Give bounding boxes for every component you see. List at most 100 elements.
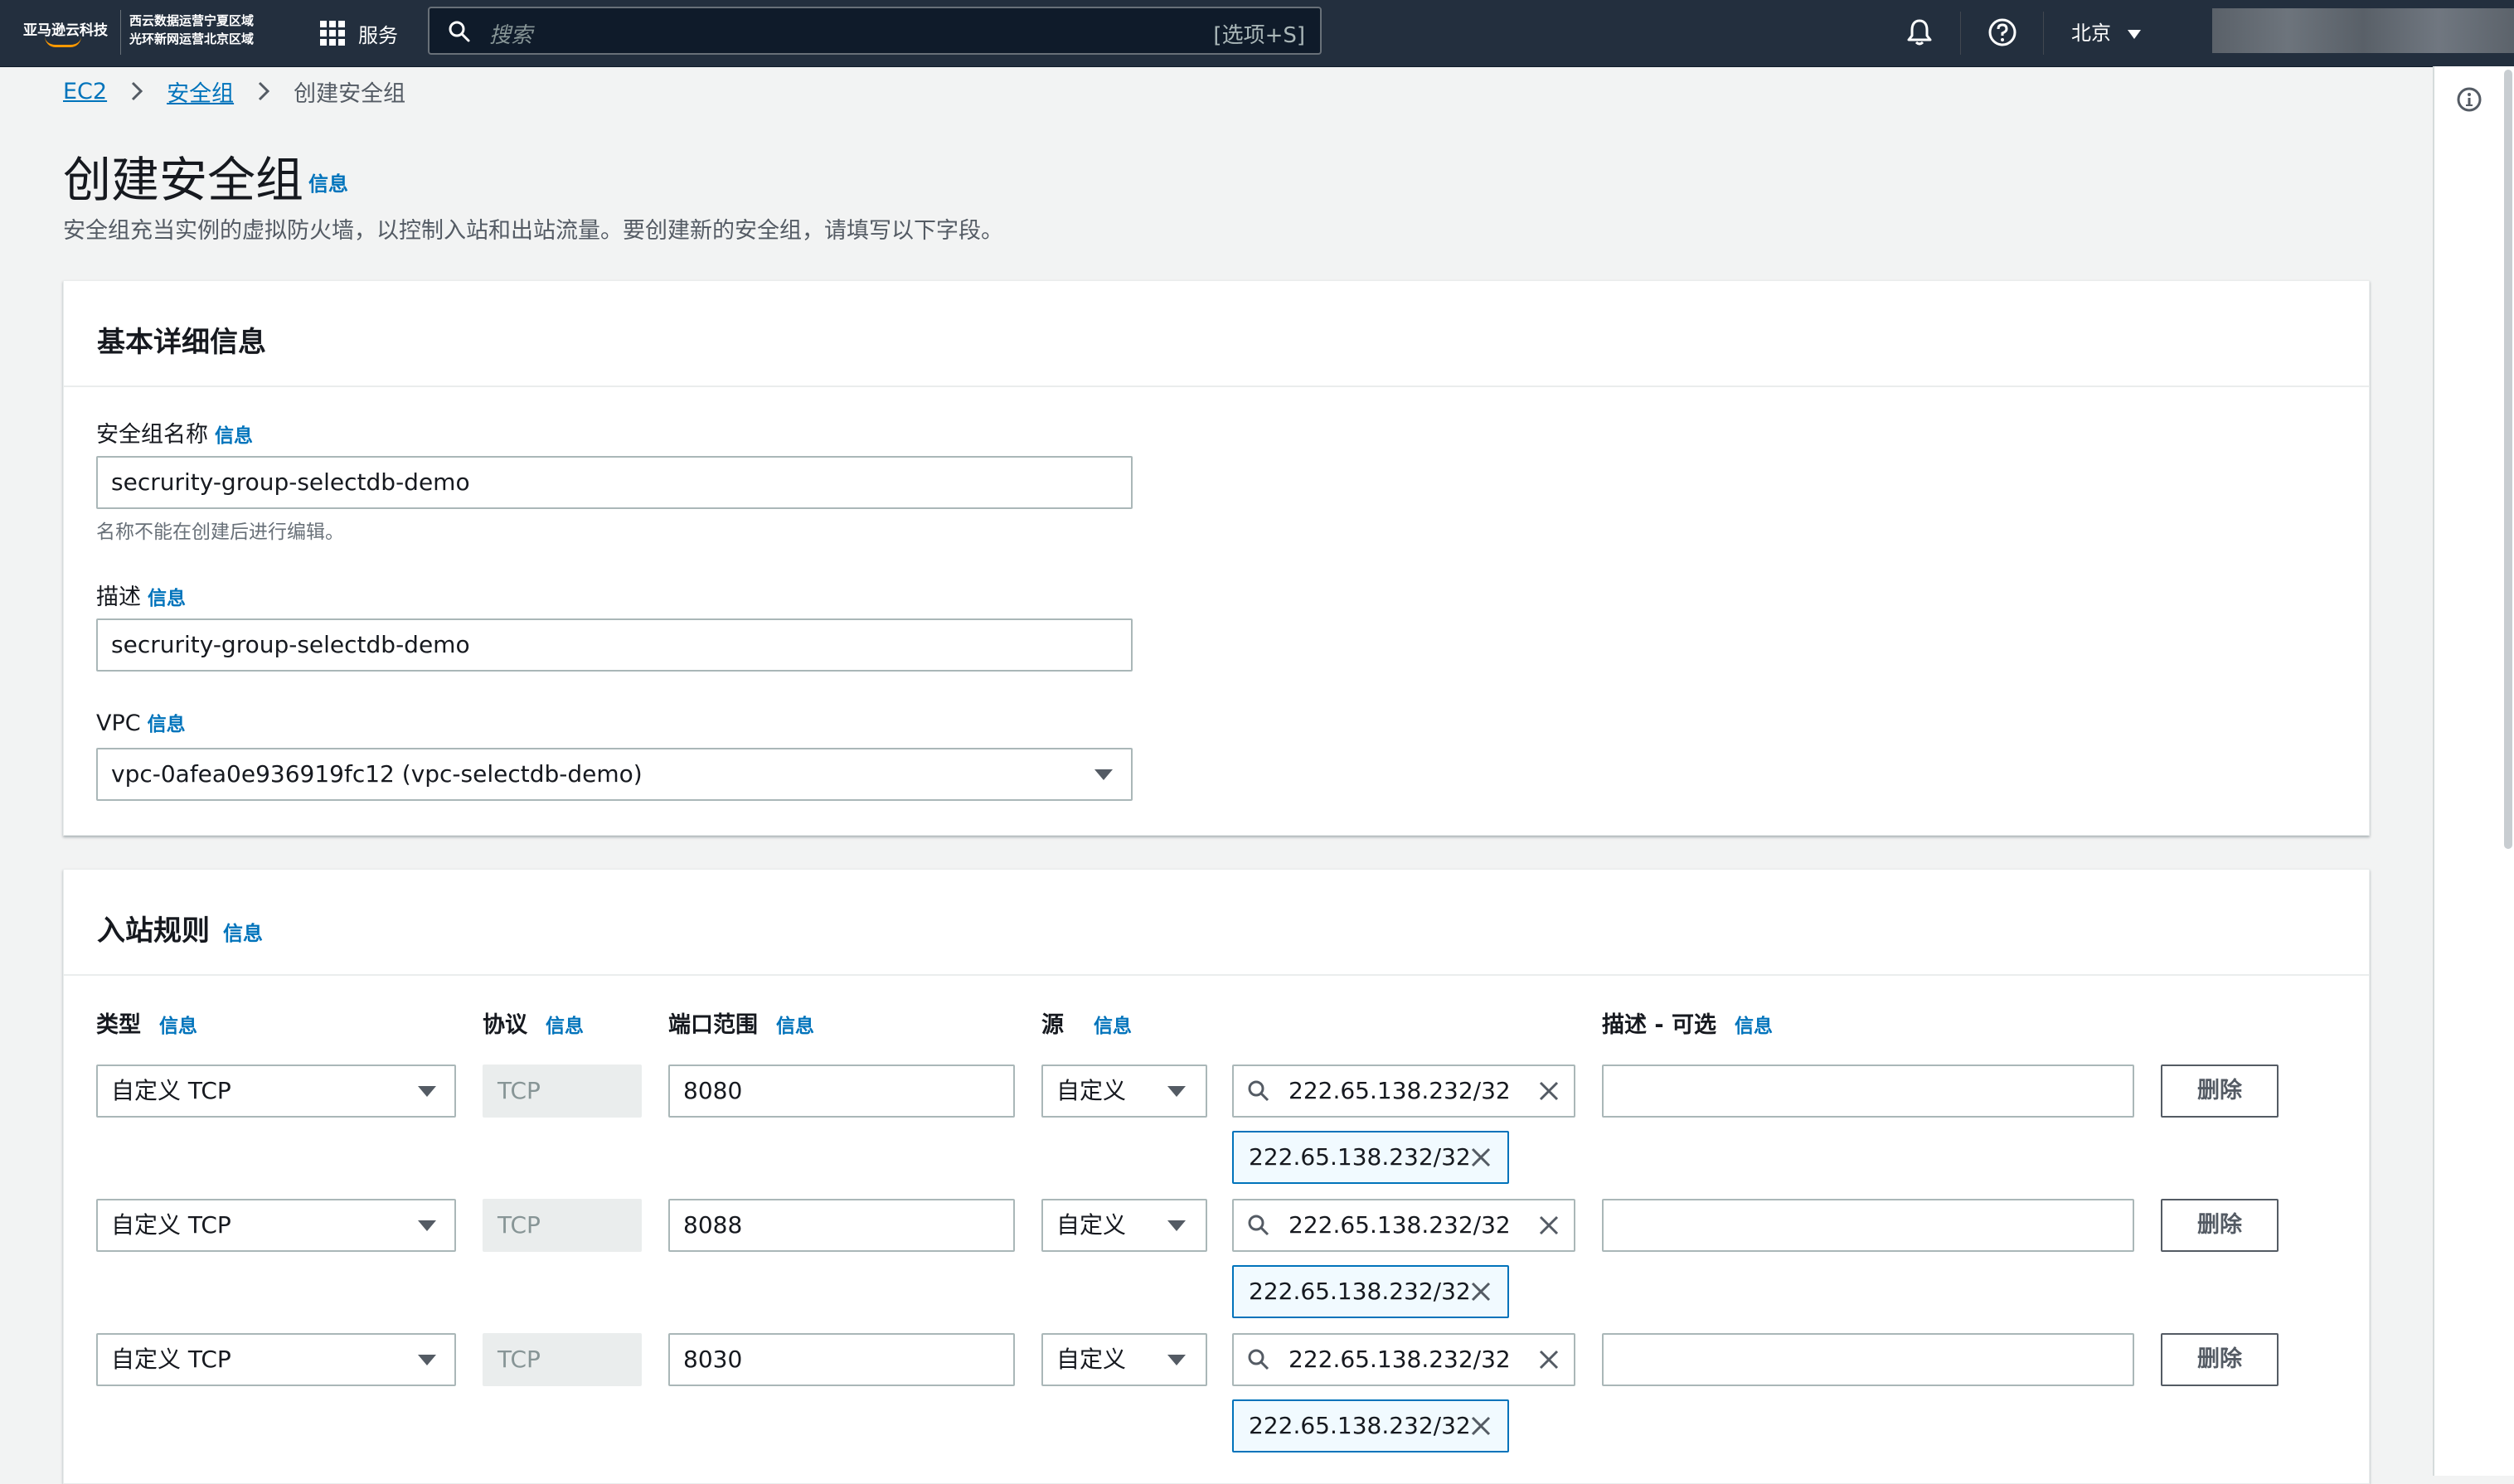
column-header-source: 源 信息: [1041, 1006, 1132, 1039]
source-token: 222.65.138.232/32: [1232, 1399, 1509, 1452]
brand-logo[interactable]: 亚马逊云科技: [23, 12, 124, 50]
vpc-selected-value: vpc-0afea0e936919fc12 (vpc-selectdb-demo…: [111, 760, 643, 788]
caret-down-icon: [1167, 1355, 1186, 1365]
bell-icon[interactable]: [1904, 17, 1935, 48]
close-icon[interactable]: [1537, 1079, 1560, 1103]
page-description: 安全组充当实例的虚拟防火墙，以控制入站和出站流量。要创建新的安全组，请填写以下字…: [63, 218, 1003, 244]
rule-port-input[interactable]: 8080: [668, 1065, 1015, 1118]
close-icon[interactable]: [1469, 1280, 1492, 1303]
rule-source-type-value: 自定义: [1056, 1211, 1127, 1239]
column-header-description: 描述 - 可选 信息: [1602, 1006, 1773, 1039]
rule-description-input[interactable]: [1602, 1065, 2134, 1118]
port-info-link[interactable]: 信息: [776, 1016, 814, 1037]
topbar-divider: [2043, 12, 2044, 55]
breadcrumb: EC2 安全组 创建安全组: [63, 73, 405, 109]
grid-icon: [320, 21, 345, 46]
close-icon[interactable]: [1469, 1414, 1492, 1438]
breadcrumb-security-groups[interactable]: 安全组: [167, 75, 234, 108]
description-label-text: 描述: [96, 584, 141, 610]
search-input[interactable]: 搜索 [选项+S]: [428, 7, 1322, 55]
column-header-port-text: 端口范围: [668, 1012, 758, 1038]
description-info-link[interactable]: 信息: [1735, 1016, 1773, 1037]
name-info-link[interactable]: 信息: [215, 425, 253, 447]
region-selector[interactable]: 北京: [2071, 17, 2141, 46]
rule-source-type-value: 自定义: [1056, 1346, 1127, 1373]
info-icon[interactable]: [2456, 86, 2482, 113]
search-placeholder: 搜索: [489, 23, 533, 48]
rule-source-search-input[interactable]: 222.65.138.232/32: [1232, 1333, 1575, 1386]
services-label: 服务: [358, 23, 398, 47]
caret-down-icon: [1167, 1220, 1186, 1231]
description-input[interactable]: secrurity-group-selectdb-demo: [96, 618, 1133, 672]
panel-header: 基本详细信息: [64, 281, 2369, 387]
inbound-rules-panel: 入站规则 信息: [63, 869, 2370, 1484]
vpc-label-text: VPC: [96, 710, 141, 736]
scrollbar-thumb[interactable]: [2504, 70, 2512, 849]
region-note-line-1: 西云数据运营宁夏区域: [129, 13, 255, 28]
rule-type-select[interactable]: 自定义 TCP: [96, 1199, 456, 1252]
search-icon: [1248, 1349, 1269, 1370]
rule-type-value: 自定义 TCP: [111, 1077, 231, 1104]
name-label: 安全组名称 信息: [96, 416, 253, 449]
services-menu-button[interactable]: 服务: [320, 17, 398, 50]
rule-source-search-input[interactable]: 222.65.138.232/32: [1232, 1199, 1575, 1252]
breadcrumb-current: 创建安全组: [294, 80, 406, 107]
name-hint: 名称不能在创建后进行编辑。: [96, 521, 344, 543]
region-operator-note: 西云数据运营宁夏区域 光环新网运营北京区域: [129, 12, 254, 48]
rule-type-select[interactable]: 自定义 TCP: [96, 1065, 456, 1118]
top-navigation-bar: 亚马逊云科技 西云数据运营宁夏区域 光环新网运营北京区域 服务 搜索 [选项+S…: [0, 0, 2514, 67]
protocol-info-link[interactable]: 信息: [546, 1016, 584, 1037]
topbar-divider: [1960, 12, 1961, 55]
caret-down-icon: [2127, 29, 2141, 39]
column-header-protocol-text: 协议: [483, 1012, 527, 1038]
inbound-info-link[interactable]: 信息: [223, 922, 263, 945]
column-header-protocol: 协议 信息: [483, 1006, 584, 1039]
delete-rule-button[interactable]: 删除: [2161, 1199, 2279, 1252]
close-icon[interactable]: [1469, 1146, 1492, 1169]
rule-port-input[interactable]: 8088: [668, 1199, 1015, 1252]
close-icon[interactable]: [1537, 1214, 1560, 1237]
caret-down-icon: [1094, 769, 1113, 780]
caret-down-icon: [1167, 1086, 1186, 1097]
search-icon: [449, 21, 470, 42]
account-menu[interactable]: [2212, 8, 2514, 53]
rule-protocol-field: TCP: [483, 1333, 642, 1386]
chevron-right-icon: [132, 81, 143, 101]
search-icon: [1248, 1215, 1269, 1236]
rule-type-select[interactable]: 自定义 TCP: [96, 1333, 456, 1386]
rule-type-value: 自定义 TCP: [111, 1211, 231, 1239]
delete-rule-button[interactable]: 删除: [2161, 1065, 2279, 1118]
panel-title: 基本详细信息: [97, 326, 266, 359]
chevron-right-icon: [259, 81, 270, 101]
rule-type-value: 自定义 TCP: [111, 1346, 231, 1373]
source-token: 222.65.138.232/32: [1232, 1265, 1509, 1318]
panel-header: 入站规则 信息: [64, 870, 2369, 976]
rule-description-input[interactable]: [1602, 1333, 2134, 1386]
caret-down-icon: [418, 1355, 436, 1365]
delete-rule-button[interactable]: 删除: [2161, 1333, 2279, 1386]
vpc-select[interactable]: vpc-0afea0e936919fc12 (vpc-selectdb-demo…: [96, 748, 1133, 801]
security-group-name-input[interactable]: secrurity-group-selectdb-demo: [96, 456, 1133, 509]
vpc-info-link[interactable]: 信息: [148, 714, 186, 735]
title-info-link[interactable]: 信息: [308, 167, 348, 196]
column-header-source-text: 源: [1041, 1012, 1064, 1038]
close-icon[interactable]: [1537, 1348, 1560, 1371]
region-note-line-2: 光环新网运营北京区域: [129, 32, 255, 46]
breadcrumb-ec2[interactable]: EC2: [63, 79, 107, 104]
vpc-label: VPC 信息: [96, 708, 186, 736]
description-info-link[interactable]: 信息: [148, 588, 186, 609]
rule-source-type-value: 自定义: [1056, 1077, 1127, 1104]
tools-panel-rail: [2433, 66, 2514, 1476]
rule-port-input[interactable]: 8030: [668, 1333, 1015, 1386]
source-info-link[interactable]: 信息: [1094, 1016, 1132, 1037]
rule-description-input[interactable]: [1602, 1199, 2134, 1252]
source-token: 222.65.138.232/32: [1232, 1131, 1509, 1184]
type-info-link[interactable]: 信息: [159, 1016, 197, 1037]
caret-down-icon: [418, 1220, 436, 1231]
column-header-type: 类型 信息: [96, 1006, 197, 1039]
search-icon: [1248, 1080, 1269, 1102]
region-label: 北京: [2071, 22, 2111, 45]
panel-title: 入站规则 信息: [97, 908, 263, 948]
rule-source-search-input[interactable]: 222.65.138.232/32: [1232, 1065, 1575, 1118]
help-icon[interactable]: [1987, 17, 2018, 48]
